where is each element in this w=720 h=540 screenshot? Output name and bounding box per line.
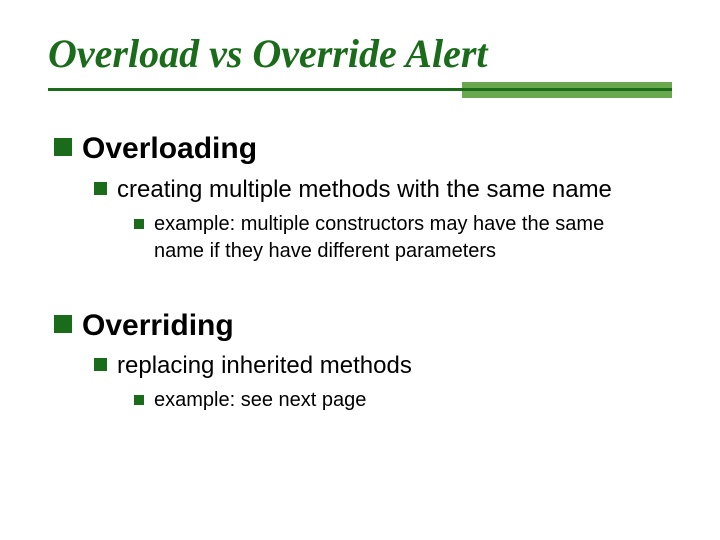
bullet-level2: replacing inherited methods <box>94 350 672 381</box>
square-bullet-icon <box>54 138 72 156</box>
overloading-definition: creating multiple methods with the same … <box>117 174 612 205</box>
section-gap <box>54 277 672 299</box>
heading-overloading: Overloading <box>82 130 257 168</box>
title-divider <box>48 82 672 112</box>
slide-content: Overloading creating multiple methods wi… <box>48 130 672 414</box>
square-bullet-icon <box>94 182 107 195</box>
square-bullet-icon <box>94 358 107 371</box>
overriding-example: example: see next page <box>154 387 366 414</box>
divider-line <box>48 88 672 91</box>
overriding-definition: replacing inherited methods <box>117 350 412 381</box>
bullet-level1: Overloading <box>54 130 672 168</box>
bullet-level3: example: multiple constructors may have … <box>134 211 654 265</box>
bullet-level2: creating multiple methods with the same … <box>94 174 672 205</box>
slide: Overload vs Override Alert Overloading c… <box>0 0 720 540</box>
bullet-level3: example: see next page <box>134 387 654 414</box>
square-bullet-icon <box>134 219 144 229</box>
slide-title: Overload vs Override Alert <box>48 32 672 76</box>
square-bullet-icon <box>134 395 144 405</box>
heading-overriding: Overriding <box>82 307 234 345</box>
square-bullet-icon <box>54 315 72 333</box>
bullet-level1: Overriding <box>54 307 672 345</box>
overloading-example: example: multiple constructors may have … <box>154 211 654 265</box>
